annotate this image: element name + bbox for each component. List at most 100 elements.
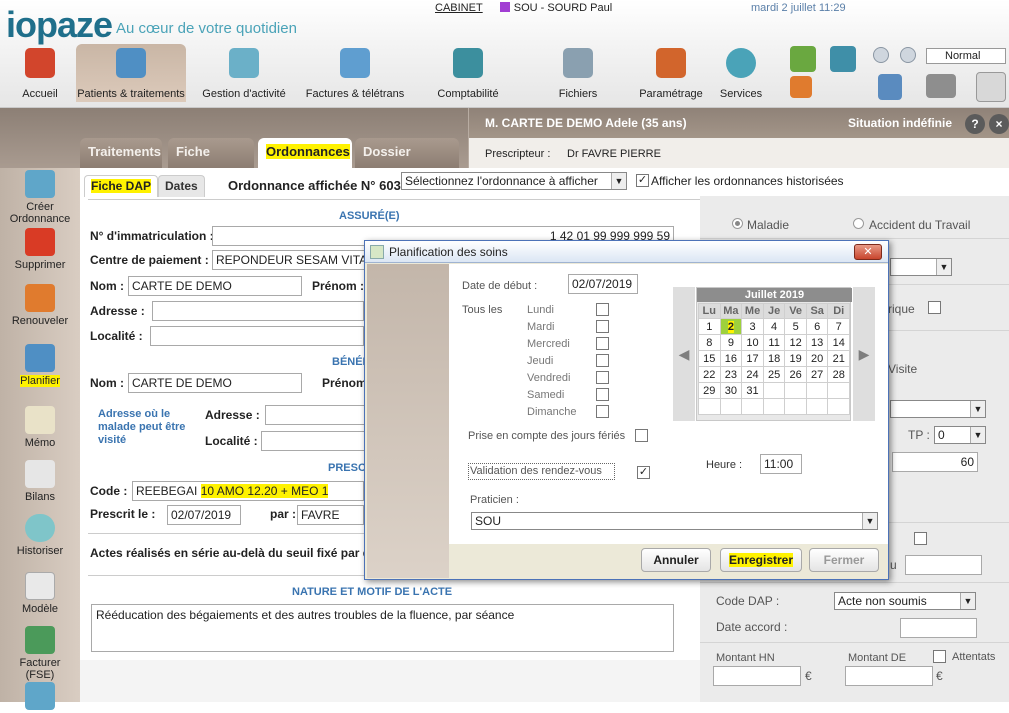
day-checkbox-jeudi[interactable] <box>596 354 609 367</box>
agenda-icon[interactable] <box>790 46 816 72</box>
card-reader-icon[interactable] <box>926 74 956 98</box>
tab-fiche-patient[interactable]: Fiche patient <box>168 138 254 187</box>
calendar-day[interactable]: 14 <box>827 334 850 351</box>
accident-radio[interactable] <box>853 218 864 229</box>
maladie-radio[interactable] <box>732 218 743 229</box>
exit-icon[interactable] <box>976 72 1006 102</box>
day-checkbox-lundi[interactable] <box>596 303 609 316</box>
calendar-day[interactable]: 13 <box>805 334 829 351</box>
dialog-close-button[interactable]: ✕ <box>854 244 882 260</box>
close-icon[interactable]: × <box>989 114 1009 134</box>
montant-hn-field[interactable] <box>713 666 801 686</box>
rique-checkbox[interactable] <box>928 301 941 314</box>
calendar-day-selected[interactable]: 2 <box>719 318 743 335</box>
right-field-u[interactable] <box>905 555 982 575</box>
right-select-2[interactable]: ▼ <box>890 400 986 418</box>
validation-checkbox[interactable]: ✓ <box>637 466 650 479</box>
par-field[interactable]: FAVRE <box>297 505 364 525</box>
nav-accueil[interactable]: Accueil <box>6 44 74 102</box>
day-checkbox-mardi[interactable] <box>596 320 609 333</box>
nav-parametrage[interactable]: Paramétrage <box>636 44 706 102</box>
day-checkbox-mercredi[interactable] <box>596 337 609 350</box>
calendar-day[interactable]: 16 <box>719 350 743 367</box>
zoom-in-icon[interactable] <box>900 47 916 63</box>
calendar-day[interactable]: 17 <box>741 350 764 367</box>
zoom-select[interactable]: Normal <box>926 48 1006 64</box>
date-debut-field[interactable]: 02/07/2019 <box>568 274 638 294</box>
calendar-day[interactable]: 30 <box>719 382 743 399</box>
cancel-button[interactable]: Annuler <box>641 548 711 572</box>
sidebar-facturer[interactable]: Facturer (FSE) <box>6 626 74 681</box>
nom-field[interactable]: CARTE DE DEMO <box>128 276 302 296</box>
calendar-day[interactable]: 29 <box>698 382 721 399</box>
code-dap-select[interactable]: Acte non soumis ▼ <box>834 592 976 610</box>
sidebar-creer-ordonnance[interactable]: Créer Ordonnance <box>6 170 74 225</box>
help-icon[interactable]: ? <box>965 114 985 134</box>
montant-de-field[interactable] <box>845 666 933 686</box>
centre-field[interactable]: REPONDEUR SESAM VITA <box>212 250 368 270</box>
nav-patients[interactable]: Patients & traitements <box>76 44 186 102</box>
sidebar-supprimer[interactable]: Supprimer <box>6 228 74 271</box>
localite-field[interactable] <box>150 326 364 346</box>
calendar-day[interactable]: 1 <box>698 318 721 335</box>
cabinet-link[interactable]: CABINET <box>435 2 483 14</box>
day-checkbox-dimanche[interactable] <box>596 405 609 418</box>
tab-ordonnances[interactable]: Ordonnances <box>258 138 352 168</box>
calendar-day[interactable]: 11 <box>762 334 786 351</box>
chevron-left-icon[interactable]: ◀ <box>673 287 695 421</box>
calendar-day[interactable]: 19 <box>784 350 807 367</box>
zoom-out-icon[interactable] <box>873 47 889 63</box>
sidebar-bilans[interactable]: Bilans <box>6 460 74 503</box>
right-checkbox-2[interactable] <box>914 532 927 545</box>
calendar-day[interactable]: 6 <box>805 318 829 335</box>
calendar-day[interactable]: 24 <box>741 366 764 383</box>
calendar-day[interactable]: 27 <box>805 366 829 383</box>
chevron-right-icon[interactable]: ▶ <box>853 287 875 421</box>
tab-dossier-medical[interactable]: Dossier médical <box>355 138 459 187</box>
date-accord-field[interactable] <box>900 618 977 638</box>
right-select-1[interactable]: ▼ <box>890 258 952 276</box>
save-button[interactable]: Enregistrer <box>720 548 802 572</box>
praticien-select[interactable]: SOU ▼ <box>471 512 878 530</box>
adresse-field[interactable] <box>152 301 364 321</box>
calendar-day[interactable]: 18 <box>762 350 786 367</box>
calendar-day[interactable]: 22 <box>698 366 721 383</box>
prescrit-date-field[interactable]: 02/07/2019 <box>167 505 241 525</box>
calendar-day[interactable]: 20 <box>805 350 829 367</box>
calendar-day[interactable]: 23 <box>719 366 743 383</box>
sidebar-more[interactable] <box>6 682 74 713</box>
subtab-fiche-dap[interactable]: Fiche DAP <box>84 175 159 197</box>
sidebar-modele[interactable]: Modèle <box>6 572 74 615</box>
subtab-dates[interactable]: Dates <box>158 175 205 197</box>
nav-services[interactable]: Services <box>714 44 768 102</box>
amount-field[interactable]: 60 <box>892 452 978 472</box>
tp-select[interactable]: 0 ▼ <box>934 426 986 444</box>
visit-localite-field[interactable] <box>261 431 365 451</box>
sidebar-renouveler[interactable]: Renouveler <box>6 284 74 327</box>
close-button[interactable]: Fermer <box>809 548 879 572</box>
calendar-day[interactable]: 12 <box>784 334 807 351</box>
nav-factures[interactable]: Factures & télétrans <box>303 44 407 102</box>
calendar-day[interactable]: 10 <box>741 334 764 351</box>
calendar-day[interactable]: 21 <box>827 350 850 367</box>
attentats-checkbox[interactable] <box>933 650 946 663</box>
nav-activite[interactable]: Gestion d'activité <box>198 44 290 102</box>
calendar-day[interactable]: 28 <box>827 366 850 383</box>
day-checkbox-samedi[interactable] <box>596 388 609 401</box>
calendar-day[interactable]: 5 <box>784 318 807 335</box>
tab-traitements[interactable]: Traitements <box>80 138 162 168</box>
wifi-card-icon[interactable] <box>830 46 856 72</box>
code-field[interactable]: REEBEGAI 10 AMO 12.20 + MEO 1 <box>132 481 364 501</box>
calendar-day[interactable]: 9 <box>719 334 743 351</box>
nav-comptabilite[interactable]: Comptabilité <box>432 44 504 102</box>
calendar-day[interactable]: 26 <box>784 366 807 383</box>
calendar-day[interactable]: 25 <box>762 366 786 383</box>
calendar-day[interactable]: 3 <box>741 318 764 335</box>
calendar-day[interactable]: 4 <box>762 318 786 335</box>
nature-textarea[interactable]: Rééducation des bégaiements et des autre… <box>91 604 674 652</box>
ordonnance-select[interactable]: Sélectionnez l'ordonnance à afficher ▼ <box>401 172 627 190</box>
sidebar-historiser[interactable]: Historiser <box>6 514 74 557</box>
history-checkbox[interactable]: ✓ <box>636 174 649 187</box>
pencil-icon[interactable] <box>790 76 812 98</box>
calendar-day[interactable]: 7 <box>827 318 850 335</box>
